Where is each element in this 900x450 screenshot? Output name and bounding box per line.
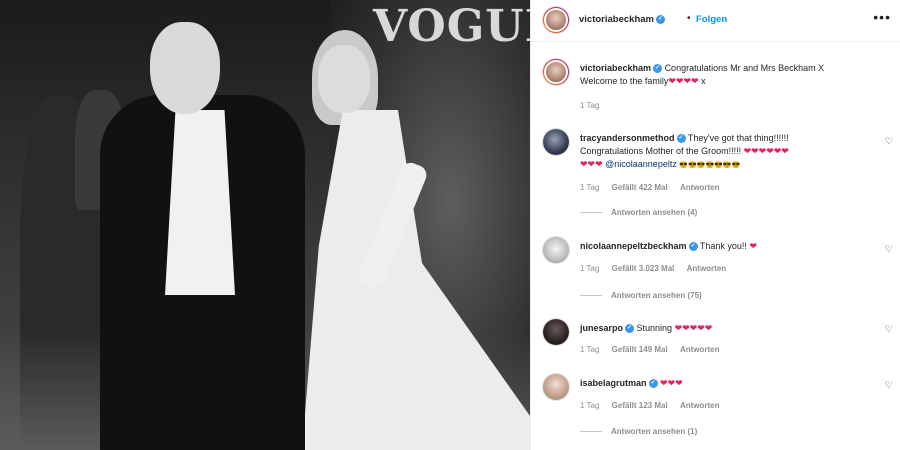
comment-username[interactable]: tracyandersonmethod: [580, 133, 675, 143]
sunglasses-emojis: 😎😎😎😎😎😎😎: [679, 162, 741, 169]
post-header: victoriabeckham ✓ • Folgen •••: [531, 0, 900, 42]
heart-emojis: ❤: [749, 241, 757, 251]
timestamp[interactable]: 1 Tag: [580, 401, 599, 410]
comment-meta: 1 Tag Gefällt 123 Mal Antworten: [580, 401, 730, 410]
divider: [580, 212, 602, 214]
avatar[interactable]: [542, 58, 570, 86]
heart-outline-icon[interactable]: ♡: [885, 244, 893, 255]
heart-emojis: ❤❤❤❤: [668, 76, 699, 86]
header-username[interactable]: victoriabeckham ✓: [579, 14, 665, 25]
reply-button[interactable]: Antworten: [680, 401, 720, 410]
separator-dot: •: [687, 13, 691, 24]
comment-meta: 1 Tag Gefällt 3.023 Mal Antworten: [580, 264, 736, 273]
timestamp[interactable]: 1 Tag: [580, 345, 599, 354]
comments-panel: victoriabeckham ✓ • Folgen ••• victoriabe…: [530, 0, 900, 450]
divider: [580, 295, 602, 297]
comment-username[interactable]: isabelagrutman: [580, 378, 647, 388]
view-replies-button[interactable]: Antworten ansehen (75): [580, 291, 702, 300]
heart-emojis: ❤❤❤❤❤: [674, 323, 713, 333]
mention-link[interactable]: @nicolaannepeltz: [605, 159, 677, 169]
heart-emojis: ❤❤❤: [580, 159, 603, 169]
avatar[interactable]: [542, 236, 570, 264]
verified-icon: ✓: [625, 324, 635, 334]
verified-icon: ✓: [688, 242, 698, 252]
verified-icon: ✓: [676, 134, 686, 144]
heart-outline-icon[interactable]: ♡: [885, 380, 893, 391]
likes-count[interactable]: Gefällt 123 Mal: [612, 401, 668, 410]
avatar[interactable]: [542, 373, 570, 401]
timestamp[interactable]: 1 Tag: [580, 264, 599, 273]
likes-count[interactable]: Gefällt 3.023 Mal: [612, 264, 675, 273]
caption-suffix: x: [701, 76, 706, 86]
likes-count[interactable]: Gefällt 149 Mal: [612, 345, 668, 354]
verified-icon: ✓: [653, 64, 663, 74]
comment-item: nicolaannepeltzbeckham ✓ Thank you!! ❤ 1 …: [531, 236, 900, 306]
comment-text: tracyandersonmethod ✓ They've got that th…: [580, 133, 789, 169]
comment-item: junesarpo ✓ Stunning ❤❤❤❤❤ 1 Tag Gefällt …: [531, 318, 900, 363]
divider: [580, 431, 602, 433]
comment-item: tracyandersonmethod ✓ They've got that th…: [531, 128, 900, 228]
caption: victoriabeckham ✓ Congratulations Mr and …: [531, 58, 900, 118]
groom-head: [150, 22, 220, 114]
timestamp[interactable]: 1 Tag: [580, 101, 599, 110]
caption-text: victoriabeckham ✓ Congratulations Mr and …: [580, 62, 870, 88]
post-photo[interactable]: VOGUE: [0, 0, 530, 450]
follow-button[interactable]: Folgen: [696, 14, 727, 25]
likes-count[interactable]: Gefällt 422 Mal: [612, 183, 668, 192]
heart-emojis: ❤❤❤❤❤❤: [743, 146, 789, 156]
caption-meta: 1 Tag: [580, 101, 609, 110]
caption-line1: Congratulations Mr and Mrs Beckham X: [664, 63, 825, 73]
reply-button[interactable]: Antworten: [687, 264, 727, 273]
groom-shirt: [165, 110, 235, 295]
more-horizontal-icon[interactable]: •••: [873, 9, 891, 25]
avatar[interactable]: [542, 6, 570, 34]
verified-icon: ✓: [655, 14, 665, 24]
view-replies-button[interactable]: Antworten ansehen (4): [580, 208, 697, 217]
reply-button[interactable]: Antworten: [680, 345, 720, 354]
comment-text: junesarpo ✓ Stunning ❤❤❤❤❤: [580, 323, 713, 334]
vogue-logo: VOGUE: [373, 1, 530, 52]
comment-meta: 1 Tag Gefällt 149 Mal Antworten: [580, 345, 730, 354]
view-replies-button[interactable]: Antworten ansehen (1): [580, 427, 697, 436]
timestamp[interactable]: 1 Tag: [580, 183, 599, 192]
comment-item: isabelagrutman ✓ ❤❤❤ 1 Tag Gefällt 123 Ma…: [531, 373, 900, 448]
comment-meta: 1 Tag Gefällt 422 Mal Antworten: [580, 183, 730, 192]
caption-username[interactable]: victoriabeckham: [580, 63, 651, 73]
bride-head: [318, 45, 370, 113]
caption-line2: Welcome to the family: [580, 76, 669, 86]
comment-text: isabelagrutman ✓ ❤❤❤: [580, 377, 870, 390]
reply-button[interactable]: Antworten: [680, 183, 720, 192]
comment-username[interactable]: junesarpo: [580, 323, 623, 333]
heart-outline-icon[interactable]: ♡: [885, 324, 893, 335]
heart-emojis: ❤❤❤: [660, 378, 683, 388]
heart-outline-icon[interactable]: ♡: [885, 136, 893, 147]
avatar[interactable]: [542, 318, 570, 346]
verified-icon: ✓: [648, 379, 658, 389]
avatar[interactable]: [542, 128, 570, 156]
comment-text: nicolaannepeltzbeckham ✓ Thank you!! ❤: [580, 241, 757, 252]
comment-username[interactable]: nicolaannepeltzbeckham: [580, 241, 687, 251]
